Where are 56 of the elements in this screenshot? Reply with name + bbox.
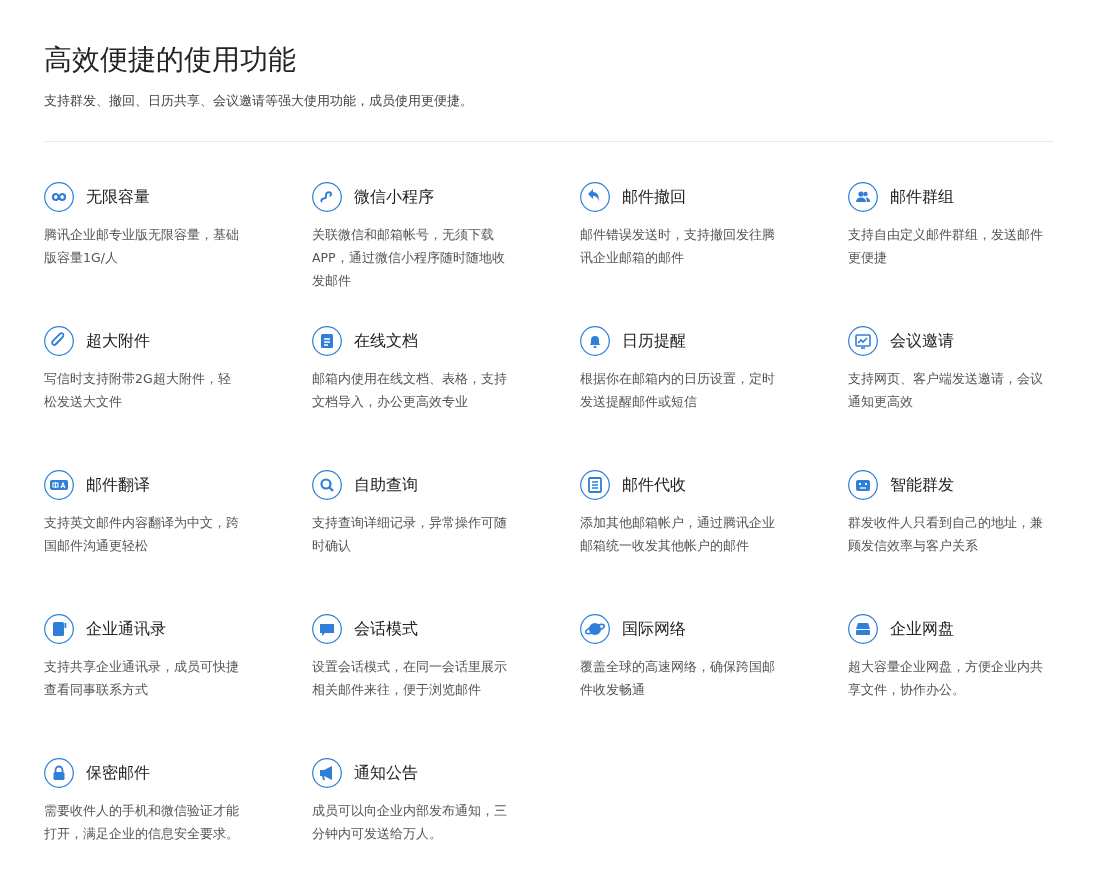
lock-icon bbox=[44, 758, 74, 788]
feature-description: 添加其他邮箱帐户，通过腾讯企业邮箱统一收发其他帐户的邮件 bbox=[580, 514, 776, 555]
feature-title: 在线文档 bbox=[354, 330, 418, 352]
feature-title: 超大附件 bbox=[86, 330, 150, 352]
feature-description: 群发收件人只看到自己的地址，兼顾发信效率与客户关系 bbox=[848, 514, 1044, 555]
group-icon bbox=[848, 182, 878, 212]
page-subtitle: 支持群发、撤回、日历共享、会议邀请等强大使用功能，成员使用更便捷。 bbox=[44, 92, 474, 110]
feature-description: 根据你在邮箱内的日历设置，定时发送提醒邮件或短信 bbox=[580, 370, 776, 411]
planet-icon bbox=[580, 614, 610, 644]
feature-title: 邮件群组 bbox=[890, 186, 954, 208]
feature-title: 自助查询 bbox=[354, 474, 418, 496]
feature-description: 支持共享企业通讯录，成员可快捷查看同事联系方式 bbox=[44, 658, 240, 699]
feature-description: 支持自由定义邮件群组，发送邮件更便捷 bbox=[848, 226, 1044, 267]
paperclip-icon bbox=[44, 326, 74, 356]
feature-description: 写信时支持附带2G超大附件，轻松发送大文件 bbox=[44, 370, 232, 411]
page-title: 高效便捷的使用功能 bbox=[44, 42, 297, 78]
feature-description: 邮箱内使用在线文档、表格，支持文档导入，办公更高效专业 bbox=[312, 370, 508, 411]
bell-icon bbox=[580, 326, 610, 356]
feature-description: 支持英文邮件内容翻译为中文，跨国邮件沟通更轻松 bbox=[44, 514, 240, 555]
feature-title: 邮件代收 bbox=[622, 474, 686, 496]
feature-title: 智能群发 bbox=[890, 474, 954, 496]
feature-description: 关联微信和邮箱帐号，无须下载APP，通过微信小程序随时随地收发邮件 bbox=[312, 226, 506, 290]
feature-title: 邮件翻译 bbox=[86, 474, 150, 496]
infinity-icon bbox=[44, 182, 74, 212]
megaphone-icon bbox=[312, 758, 342, 788]
feature-title: 无限容量 bbox=[86, 186, 150, 208]
robot-icon bbox=[848, 470, 878, 500]
list-icon bbox=[580, 470, 610, 500]
feature-title: 企业通讯录 bbox=[86, 618, 166, 640]
feature-description: 成员可以向企业内部发布通知，三分钟内可发送给万人。 bbox=[312, 802, 508, 843]
document-icon bbox=[312, 326, 342, 356]
drive-icon bbox=[848, 614, 878, 644]
chat-icon bbox=[312, 614, 342, 644]
feature-title: 保密邮件 bbox=[86, 762, 150, 784]
feature-title: 国际网络 bbox=[622, 618, 686, 640]
chart-icon bbox=[848, 326, 878, 356]
feature-description: 覆盖全球的高速网络，确保跨国邮件收发畅通 bbox=[580, 658, 776, 699]
feature-title: 会话模式 bbox=[354, 618, 418, 640]
feature-title: 微信小程序 bbox=[354, 186, 434, 208]
feature-description: 支持网页、客户端发送邀请，会议通知更高效 bbox=[848, 370, 1044, 411]
feature-title: 日历提醒 bbox=[622, 330, 686, 352]
undo-icon bbox=[580, 182, 610, 212]
feature-description: 邮件错误发送时，支持撤回发往腾讯企业邮箱的邮件 bbox=[580, 226, 776, 267]
feature-description: 腾讯企业邮专业版无限容量，基础版容量1G/人 bbox=[44, 226, 240, 267]
feature-title: 邮件撤回 bbox=[622, 186, 686, 208]
feature-description: 设置会话模式，在同一会话里展示相关邮件来往，便于浏览邮件 bbox=[312, 658, 508, 699]
search-icon bbox=[312, 470, 342, 500]
feature-title: 企业网盘 bbox=[890, 618, 954, 640]
feature-description: 超大容量企业网盘，方便企业内共享文件，协作办公。 bbox=[848, 658, 1044, 699]
feature-title: 会议邀请 bbox=[890, 330, 954, 352]
link-icon bbox=[312, 182, 342, 212]
feature-description: 支持查询详细记录，异常操作可随时确认 bbox=[312, 514, 508, 555]
contact-book-icon bbox=[44, 614, 74, 644]
translate-icon bbox=[44, 470, 74, 500]
feature-title: 通知公告 bbox=[354, 762, 418, 784]
feature-description: 需要收件人的手机和微信验证才能打开，满足企业的信息安全要求。 bbox=[44, 802, 240, 843]
